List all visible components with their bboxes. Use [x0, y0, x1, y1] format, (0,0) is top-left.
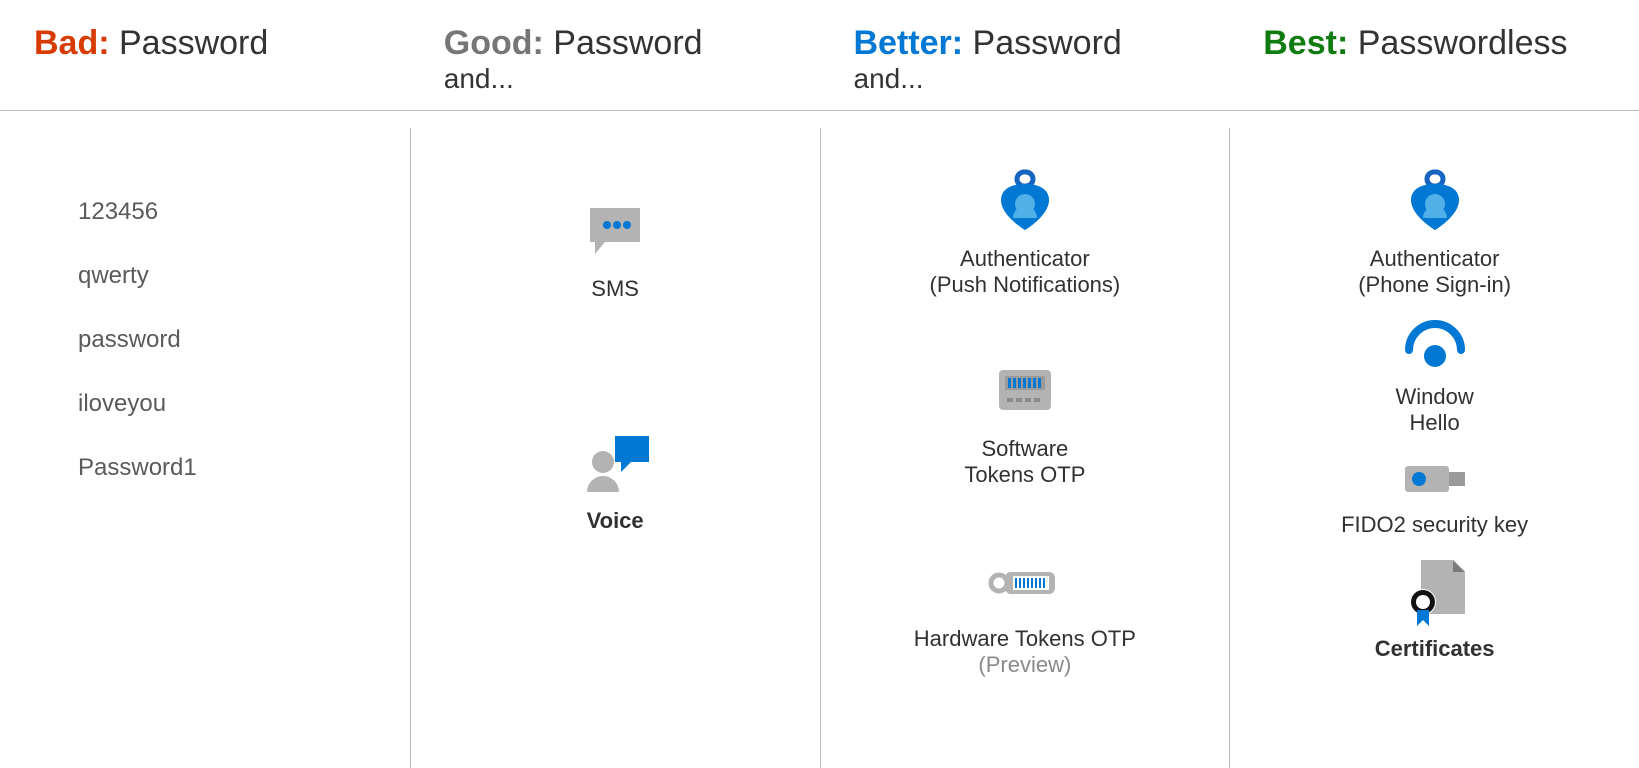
bad-password-item: Password1: [78, 454, 197, 482]
item-sms: SMS: [575, 198, 655, 302]
software-token-sub: Tokens OTP: [964, 462, 1085, 488]
good-prefix: Good:: [444, 24, 544, 62]
item-voice: Voice: [575, 430, 655, 534]
column-bad: Bad: Password 123456 qwerty password ilo…: [0, 0, 410, 768]
column-bad-header: Bad: Password: [0, 0, 410, 128]
best-prefix: Best:: [1263, 24, 1348, 62]
hardware-token-label: Hardware Tokens OTP: [914, 626, 1136, 652]
column-best-body: Authenticator (Phone Sign-in) Window Hel…: [1229, 128, 1639, 768]
item-authenticator-phone: Authenticator (Phone Sign-in): [1358, 168, 1511, 298]
certificates-label: Certificates: [1375, 636, 1495, 662]
column-good: Good: Password and... SMS: [410, 0, 820, 768]
good-subheading: and...: [444, 63, 786, 95]
column-good-body: SMS Voice: [410, 128, 820, 768]
sms-icon: [575, 198, 655, 268]
bad-prefix: Bad:: [34, 24, 110, 62]
bad-password-item: password: [78, 326, 197, 354]
item-software-token: Software Tokens OTP: [964, 358, 1085, 488]
sms-label: SMS: [591, 276, 639, 302]
column-better-body: Authenticator (Push Notifications): [820, 128, 1230, 768]
software-token-label: Software: [981, 436, 1068, 462]
authenticator-phone-sub: (Phone Sign-in): [1358, 272, 1511, 298]
better-subheading: and...: [854, 63, 1196, 95]
column-better: Better: Password and... Authenticator: [820, 0, 1230, 768]
authenticator-lock-icon: [1395, 168, 1475, 238]
bad-password-item: iloveyou: [78, 390, 197, 418]
column-best: Best: Passwordless Authenticator (Phone: [1229, 0, 1639, 768]
good-suffix: Password: [544, 24, 703, 62]
voice-icon: [575, 430, 655, 500]
bad-password-item: 123456: [78, 198, 197, 226]
bad-password-list: 123456 qwerty password iloveyou Password…: [0, 168, 197, 482]
best-suffix: Passwordless: [1348, 24, 1567, 62]
item-certificates: Certificates: [1375, 556, 1495, 662]
column-bad-body: 123456 qwerty password iloveyou Password…: [0, 128, 410, 768]
column-better-header: Better: Password and...: [820, 0, 1230, 128]
item-fido2: FIDO2 security key: [1341, 454, 1528, 538]
bad-suffix: Password: [110, 24, 269, 62]
fido2-label: FIDO2 security key: [1341, 512, 1528, 538]
authenticator-push-label: Authenticator: [960, 246, 1090, 272]
authenticator-phone-label: Authenticator: [1370, 246, 1500, 272]
item-authenticator-push: Authenticator (Push Notifications): [930, 168, 1121, 298]
better-prefix: Better:: [854, 24, 964, 62]
fido2-key-icon: [1395, 454, 1475, 504]
windows-hello-label: Window: [1396, 384, 1474, 410]
hardware-token-sub: (Preview): [978, 652, 1071, 678]
column-best-header: Best: Passwordless: [1229, 0, 1639, 128]
better-suffix: Password: [963, 24, 1122, 62]
column-good-header: Good: Password and...: [410, 0, 820, 128]
windows-hello-icon: [1395, 316, 1475, 376]
voice-label: Voice: [587, 508, 644, 534]
bad-password-item: qwerty: [78, 262, 197, 290]
item-windows-hello: Window Hello: [1395, 316, 1475, 436]
item-hardware-token: Hardware Tokens OTP (Preview): [914, 548, 1136, 678]
software-token-icon: [985, 358, 1065, 428]
certificate-icon: [1395, 556, 1475, 628]
authenticator-push-sub: (Push Notifications): [930, 272, 1121, 298]
windows-hello-sub: Hello: [1410, 410, 1460, 436]
hardware-token-icon: [985, 548, 1065, 618]
authenticator-lock-icon: [985, 168, 1065, 238]
